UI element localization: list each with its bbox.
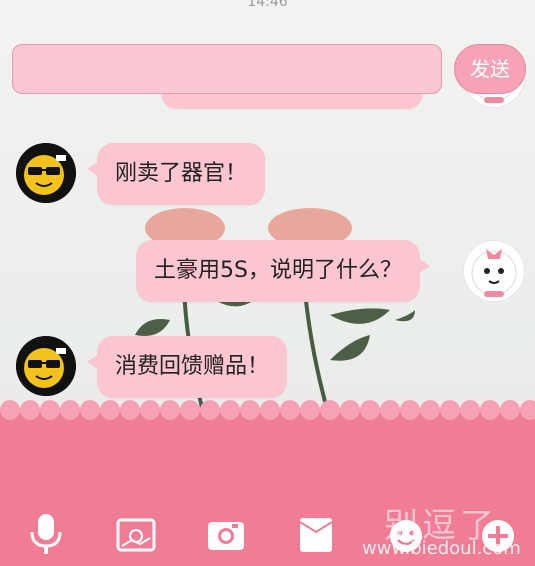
scallop-border-decoration xyxy=(0,400,535,424)
microphone-icon[interactable] xyxy=(26,512,66,556)
sunglasses-smiley-avatar-icon xyxy=(16,143,76,203)
card-icon[interactable] xyxy=(296,512,336,556)
watermark-url: www.biedoul.com xyxy=(362,538,521,559)
message-bubble-incoming[interactable]: 刚卖了器官！ xyxy=(86,143,266,205)
message-input[interactable] xyxy=(12,44,442,94)
contact-avatar[interactable] xyxy=(16,336,76,396)
sunglasses-smiley-avatar-icon xyxy=(16,336,76,396)
send-button[interactable]: 发送 xyxy=(454,44,526,94)
message-bubble-incoming[interactable]: 消费回馈赠品！ xyxy=(86,336,288,398)
contact-avatar[interactable] xyxy=(16,143,76,203)
image-icon[interactable] xyxy=(116,512,156,556)
camera-icon[interactable] xyxy=(206,512,246,556)
my-avatar[interactable] xyxy=(463,240,525,302)
cartoon-face-avatar-icon xyxy=(471,249,517,297)
message-bubble-outgoing[interactable]: 土豪用5S，说明了什么？ xyxy=(136,240,430,302)
